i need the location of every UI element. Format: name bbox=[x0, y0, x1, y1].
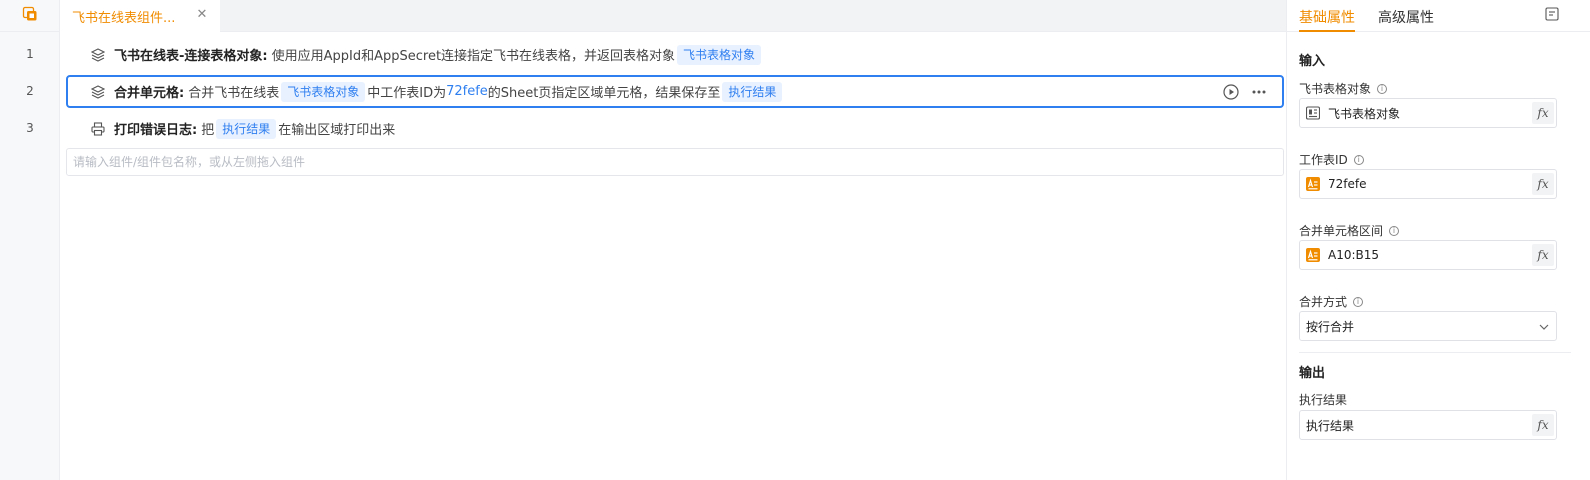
field-value: 72fefe bbox=[1328, 177, 1367, 191]
variable-chip[interactable]: 飞书表格对象 bbox=[677, 44, 762, 65]
sheet-id-value[interactable]: 72fefe bbox=[446, 84, 488, 99]
step-description: 在输出区域打印出来 bbox=[278, 123, 396, 138]
panel-tabs: 基础属性 高级属性 bbox=[1287, 0, 1590, 32]
field-label: 合并方式 i bbox=[1299, 293, 1364, 310]
printer-icon bbox=[90, 121, 106, 137]
more-icon[interactable] bbox=[1250, 83, 1268, 101]
active-tab-indicator bbox=[1299, 30, 1355, 32]
step-description: 合并飞书在线表 bbox=[188, 86, 280, 101]
close-icon[interactable]: ✕ bbox=[195, 8, 209, 22]
line-number: 2 bbox=[26, 84, 34, 98]
play-icon[interactable] bbox=[1222, 83, 1240, 101]
field-label-text: 合并方式 bbox=[1299, 295, 1348, 309]
field-label-text: 飞书表格对象 bbox=[1299, 82, 1372, 96]
tab-flow[interactable]: 飞书在线表组件... ✕ bbox=[60, 0, 220, 32]
step-description: 的Sheet页指定区域单元格，结果保存至 bbox=[487, 86, 721, 101]
field-label: 执行结果 bbox=[1299, 391, 1347, 408]
result-variable-field[interactable]: 执行结果 fx bbox=[1299, 410, 1557, 440]
fx-button[interactable]: fx bbox=[1532, 414, 1554, 436]
tab-label: 飞书在线表组件... bbox=[72, 10, 176, 26]
layers-icon bbox=[90, 84, 106, 100]
tab-bar: 飞书在线表组件... ✕ bbox=[60, 0, 1286, 32]
variable-chip[interactable]: 执行结果 bbox=[216, 118, 277, 139]
variable-chip[interactable]: 飞书表格对象 bbox=[281, 81, 366, 102]
fx-button[interactable]: fx bbox=[1532, 102, 1554, 124]
step-row[interactable]: 飞书在线表-连接表格对象: 使用应用AppId和AppSecret连接指定飞书在… bbox=[66, 38, 1284, 71]
output-section-title: 输出 bbox=[1299, 366, 1326, 381]
chevron-down-icon bbox=[1538, 321, 1550, 333]
copy-icon[interactable] bbox=[22, 6, 38, 26]
field-label-text: 工作表ID bbox=[1299, 153, 1348, 167]
line-number: 1 bbox=[26, 47, 34, 61]
text-type-icon bbox=[1306, 248, 1320, 262]
step-description: 中工作表ID为 bbox=[367, 86, 447, 101]
component-search-input[interactable] bbox=[66, 148, 1284, 176]
field-label-text: 合并单元格区间 bbox=[1299, 224, 1384, 238]
input-section-title: 输入 bbox=[1299, 54, 1326, 69]
flow-editor: 飞书在线表-连接表格对象: 使用应用AppId和AppSecret连接指定飞书在… bbox=[60, 33, 1286, 480]
step-title: 飞书在线表-连接表格对象: bbox=[114, 49, 268, 64]
field-label-text: 执行结果 bbox=[1299, 393, 1348, 407]
fx-button[interactable]: fx bbox=[1532, 173, 1554, 195]
section-divider bbox=[1299, 352, 1571, 353]
field-value: 飞书表格对象 bbox=[1328, 106, 1401, 121]
info-icon[interactable]: i bbox=[1377, 83, 1388, 94]
step-row[interactable]: 打印错误日志: 把 执行结果 在输出区域打印出来 bbox=[66, 112, 1284, 145]
merge-range-field[interactable]: A10:B15 fx bbox=[1299, 240, 1557, 270]
step-description: 把 bbox=[201, 123, 215, 138]
step-title: 合并单元格: bbox=[114, 86, 185, 101]
info-icon[interactable]: i bbox=[1353, 296, 1364, 307]
sheet-id-field[interactable]: 72fefe fx bbox=[1299, 169, 1557, 199]
tab-advanced-properties[interactable]: 高级属性 bbox=[1378, 7, 1434, 27]
step-row-selected[interactable]: 合并单元格: 合并飞书在线表 飞书表格对象 中工作表ID为 72fefe 的Sh… bbox=[66, 75, 1284, 108]
gutter-header bbox=[0, 0, 59, 32]
step-description: 使用应用AppId和AppSecret连接指定飞书在线表格，并返回表格对象 bbox=[271, 49, 676, 64]
properties-panel: 基础属性 高级属性 输入 飞书表格对象 i 飞书表格对象 fx 工作表ID i … bbox=[1286, 0, 1590, 480]
tab-basic-properties[interactable]: 基础属性 bbox=[1299, 7, 1355, 27]
field-label: 合并单元格区间 i bbox=[1299, 222, 1400, 239]
field-label: 工作表ID i bbox=[1299, 151, 1364, 168]
fx-button[interactable]: fx bbox=[1532, 244, 1554, 266]
sheet-object-field[interactable]: 飞书表格对象 fx bbox=[1299, 98, 1557, 128]
layers-icon bbox=[90, 47, 106, 63]
line-gutter: 1 2 3 bbox=[0, 0, 60, 480]
field-value: A10:B15 bbox=[1328, 248, 1380, 262]
text-type-icon bbox=[1306, 177, 1320, 191]
object-icon bbox=[1306, 106, 1320, 120]
info-icon[interactable]: i bbox=[1353, 154, 1364, 165]
step-actions bbox=[1222, 83, 1268, 101]
field-label: 飞书表格对象 i bbox=[1299, 80, 1388, 97]
panel-layout-icon[interactable] bbox=[1545, 7, 1561, 23]
step-title: 打印错误日志: bbox=[114, 123, 198, 138]
info-icon[interactable]: i bbox=[1389, 225, 1400, 236]
field-value: 执行结果 bbox=[1306, 418, 1355, 433]
line-number: 3 bbox=[26, 121, 34, 135]
select-value: 按行合并 bbox=[1306, 319, 1355, 334]
variable-chip[interactable]: 执行结果 bbox=[722, 81, 783, 102]
merge-mode-select[interactable]: 按行合并 bbox=[1299, 311, 1557, 341]
